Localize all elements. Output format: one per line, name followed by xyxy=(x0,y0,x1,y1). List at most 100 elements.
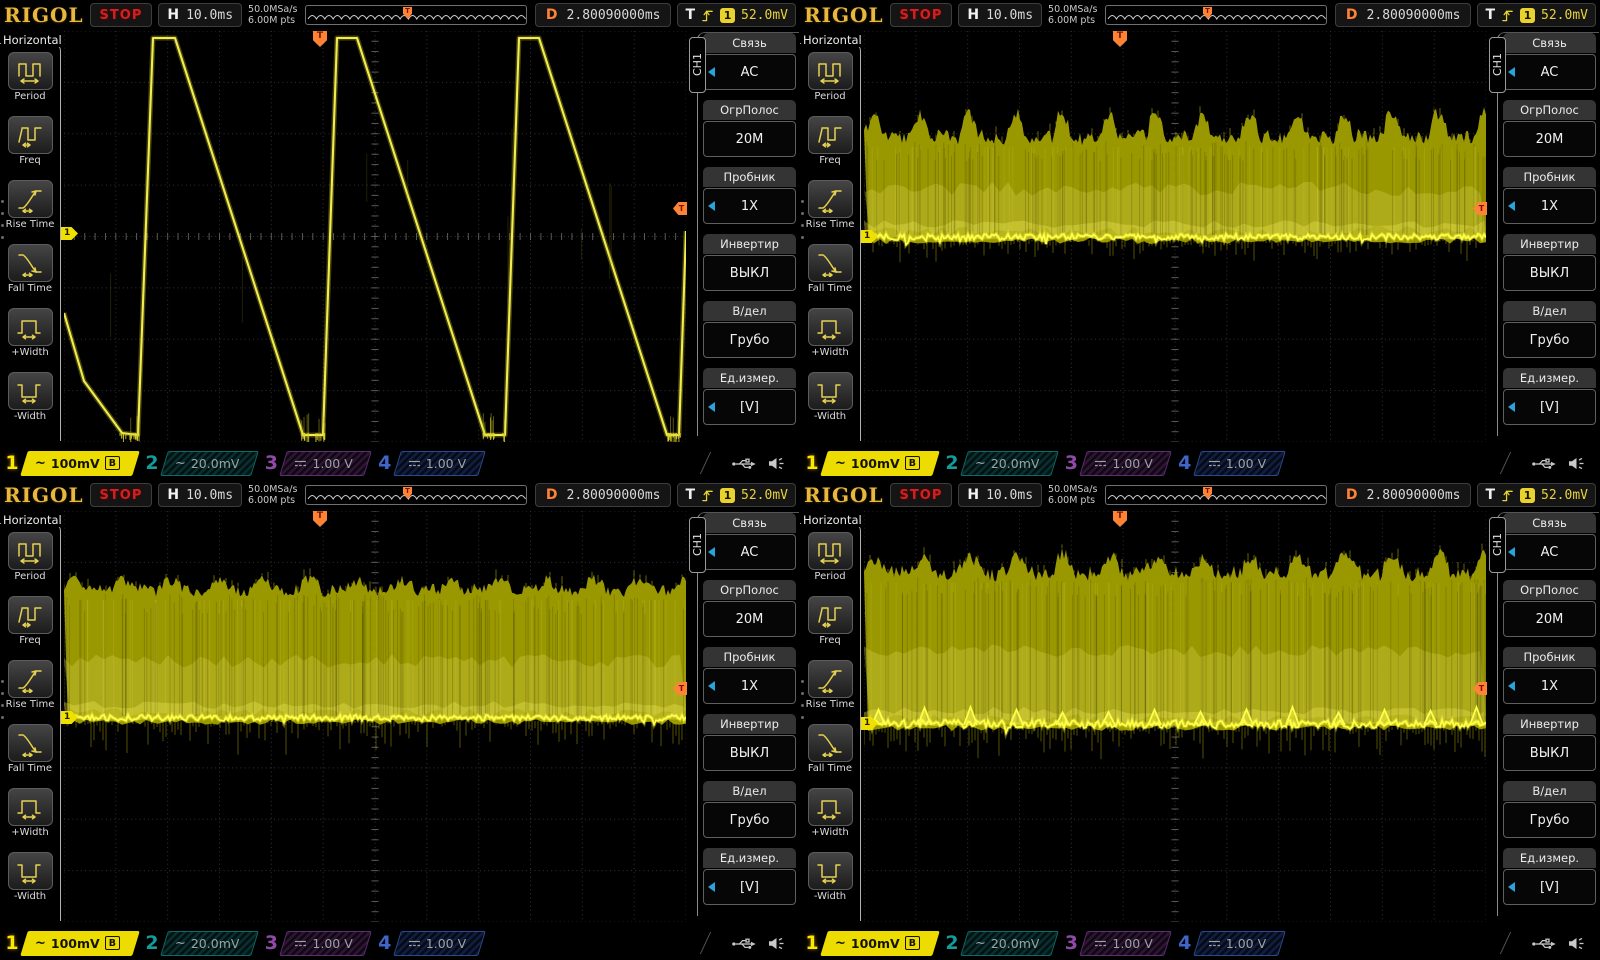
channel3-number[interactable]: 3 xyxy=(1061,452,1081,474)
trigger-readout[interactable]: T 1 52.0mV xyxy=(677,3,796,27)
menu-item-value-button[interactable]: ВЫКЛ xyxy=(703,735,796,771)
channel1-status[interactable]: ~ 100mV B xyxy=(824,451,936,476)
measure-item-period[interactable]: Period xyxy=(805,52,855,102)
menu-item-value-button[interactable]: 20M xyxy=(1503,601,1596,637)
pos-width-button[interactable] xyxy=(807,788,853,826)
channel2-number[interactable]: 2 xyxy=(942,932,962,954)
measure-item-pos-width[interactable]: +Width xyxy=(805,308,855,358)
measure-item-neg-width[interactable]: -Width xyxy=(805,852,855,902)
trigger-readout[interactable]: T 1 52.0mV xyxy=(1477,483,1596,507)
menu-item-value-button[interactable]: 1X xyxy=(1503,188,1596,224)
measure-item-pos-width[interactable]: +Width xyxy=(5,308,55,358)
menu-item-value-button[interactable]: ВЫКЛ xyxy=(703,255,796,291)
measure-item-rise-time[interactable]: Rise Time xyxy=(5,660,55,710)
channel1-status[interactable]: ~ 100mV B xyxy=(824,931,936,956)
delay-readout[interactable]: D 2.80090000ms xyxy=(534,3,672,27)
delay-readout[interactable]: D 2.80090000ms xyxy=(1334,3,1472,27)
channel2-number[interactable]: 2 xyxy=(942,452,962,474)
period-button[interactable] xyxy=(7,532,53,570)
trigger-readout[interactable]: T 1 52.0mV xyxy=(1477,3,1596,27)
delay-readout[interactable]: D 2.80090000ms xyxy=(1334,483,1472,507)
menu-item-value-button[interactable]: AC xyxy=(1503,54,1596,90)
freq-button[interactable] xyxy=(7,116,53,154)
channel1-status[interactable]: ~ 100mV B xyxy=(24,451,136,476)
run-state-badge[interactable]: STOP xyxy=(889,483,953,507)
menu-item-value-button[interactable]: Грубо xyxy=(703,802,796,838)
channel4-number[interactable]: 4 xyxy=(1175,932,1195,954)
measure-item-fall-time[interactable]: Fall Time xyxy=(805,244,855,294)
period-button[interactable] xyxy=(7,52,53,90)
channel3-status[interactable]: 1.00 V xyxy=(283,451,368,476)
timebase-readout[interactable]: H 10.0ms xyxy=(158,3,243,27)
channel2-status[interactable]: ~ 20.0mV xyxy=(964,931,1055,956)
freq-button[interactable] xyxy=(807,596,853,634)
freq-button[interactable] xyxy=(807,116,853,154)
horizontal-position-indicator[interactable]: T xyxy=(1105,5,1327,25)
channel2-status[interactable]: ~ 20.0mV xyxy=(164,451,255,476)
measure-item-freq[interactable]: Freq xyxy=(5,116,55,166)
horizontal-position-indicator[interactable]: T xyxy=(305,5,527,25)
menu-item-value-button[interactable]: [V] xyxy=(1503,869,1596,905)
channel4-status[interactable]: 1.00 V xyxy=(1197,931,1282,956)
channel2-number[interactable]: 2 xyxy=(142,452,162,474)
measure-item-neg-width[interactable]: -Width xyxy=(5,372,55,422)
measure-item-neg-width[interactable]: -Width xyxy=(805,372,855,422)
timebase-readout[interactable]: H 10.0ms xyxy=(158,483,243,507)
rise-time-button[interactable] xyxy=(807,180,853,218)
menu-item-value-button[interactable]: 20M xyxy=(703,121,796,157)
menu-item-value-button[interactable]: [V] xyxy=(1503,389,1596,425)
menu-item-value-button[interactable]: [V] xyxy=(703,869,796,905)
horizontal-position-indicator[interactable]: T xyxy=(1105,485,1327,505)
neg-width-button[interactable] xyxy=(807,372,853,410)
measure-item-fall-time[interactable]: Fall Time xyxy=(5,244,55,294)
measure-item-freq[interactable]: Freq xyxy=(5,596,55,646)
channel1-number[interactable]: 1 xyxy=(2,452,22,474)
measure-item-rise-time[interactable]: Rise Time xyxy=(5,180,55,230)
channel2-number[interactable]: 2 xyxy=(142,932,162,954)
period-button[interactable] xyxy=(807,52,853,90)
pos-width-button[interactable] xyxy=(7,308,53,346)
neg-width-button[interactable] xyxy=(7,372,53,410)
timebase-readout[interactable]: H 10.0ms xyxy=(958,3,1043,27)
channel1-number[interactable]: 1 xyxy=(2,932,22,954)
run-state-badge[interactable]: STOP xyxy=(89,483,153,507)
menu-item-value-button[interactable]: Грубо xyxy=(1503,322,1596,358)
channel1-number[interactable]: 1 xyxy=(802,452,822,474)
menu-item-value-button[interactable]: AC xyxy=(703,54,796,90)
neg-width-button[interactable] xyxy=(7,852,53,890)
rise-time-button[interactable] xyxy=(7,660,53,698)
run-state-badge[interactable]: STOP xyxy=(89,3,153,27)
freq-button[interactable] xyxy=(7,596,53,634)
channel2-status[interactable]: ~ 20.0mV xyxy=(164,931,255,956)
channel4-status[interactable]: 1.00 V xyxy=(397,931,482,956)
channel4-status[interactable]: 1.00 V xyxy=(397,451,482,476)
measure-item-rise-time[interactable]: Rise Time xyxy=(805,180,855,230)
pos-width-button[interactable] xyxy=(807,308,853,346)
menu-item-value-button[interactable]: [V] xyxy=(703,389,796,425)
measure-item-pos-width[interactable]: +Width xyxy=(805,788,855,838)
menu-item-value-button[interactable]: ВЫКЛ xyxy=(1503,255,1596,291)
rise-time-button[interactable] xyxy=(7,180,53,218)
measure-item-period[interactable]: Period xyxy=(5,52,55,102)
menu-item-value-button[interactable]: 1X xyxy=(703,188,796,224)
fall-time-button[interactable] xyxy=(807,244,853,282)
menu-item-value-button[interactable]: Грубо xyxy=(703,322,796,358)
delay-readout[interactable]: D 2.80090000ms xyxy=(534,483,672,507)
menu-item-value-button[interactable]: 1X xyxy=(1503,668,1596,704)
rise-time-button[interactable] xyxy=(807,660,853,698)
menu-item-value-button[interactable]: AC xyxy=(703,534,796,570)
channel1-number[interactable]: 1 xyxy=(802,932,822,954)
neg-width-button[interactable] xyxy=(807,852,853,890)
channel2-status[interactable]: ~ 20.0mV xyxy=(964,451,1055,476)
measure-item-neg-width[interactable]: -Width xyxy=(5,852,55,902)
measure-item-pos-width[interactable]: +Width xyxy=(5,788,55,838)
measure-item-fall-time[interactable]: Fall Time xyxy=(5,724,55,774)
measure-item-period[interactable]: Period xyxy=(805,532,855,582)
fall-time-button[interactable] xyxy=(7,244,53,282)
channel3-number[interactable]: 3 xyxy=(1061,932,1081,954)
channel3-status[interactable]: 1.00 V xyxy=(1083,451,1168,476)
channel4-number[interactable]: 4 xyxy=(1175,452,1195,474)
menu-item-value-button[interactable]: Грубо xyxy=(1503,802,1596,838)
measure-item-rise-time[interactable]: Rise Time xyxy=(805,660,855,710)
channel1-status[interactable]: ~ 100mV B xyxy=(24,931,136,956)
